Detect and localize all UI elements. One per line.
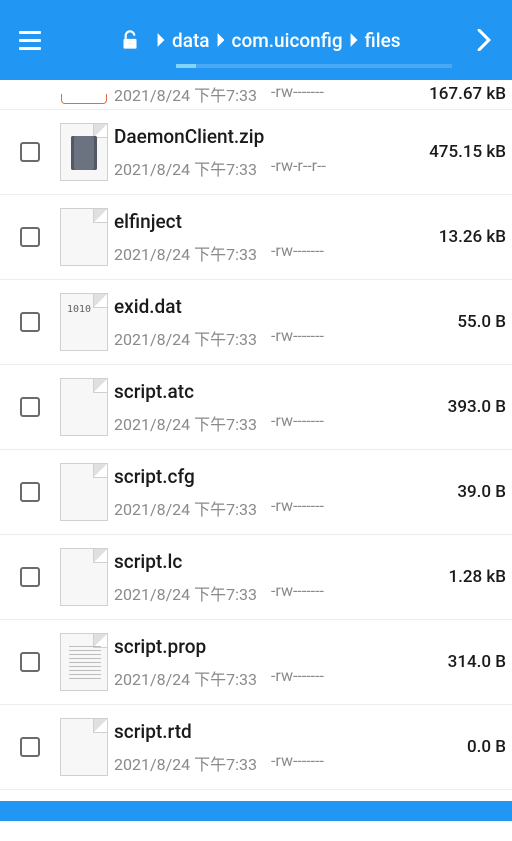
bottom-bar bbox=[0, 801, 512, 821]
list-item[interactable]: script.rtd 2021/8/24 下午7:33 -rw------- 0… bbox=[0, 705, 512, 790]
file-size: 393.0 B bbox=[406, 397, 506, 417]
file-size: 39.0 B bbox=[406, 482, 506, 502]
list-item[interactable]: DaemonClient.zip 2021/8/24 下午7:33 -rw-r-… bbox=[0, 110, 512, 195]
file-date: 2021/8/24 下午7:33 bbox=[114, 82, 257, 106]
file-perm: -rw------- bbox=[271, 751, 324, 775]
file-date: 2021/8/24 下午7:33 bbox=[114, 156, 257, 180]
file-name: exid.dat bbox=[114, 295, 406, 318]
file-name: script.rtd bbox=[114, 720, 406, 743]
zip-file-icon bbox=[54, 120, 114, 184]
checkbox[interactable] bbox=[6, 565, 54, 589]
file-name: DaemonClient.zip bbox=[114, 125, 406, 148]
checkbox[interactable] bbox=[6, 140, 54, 164]
list-item[interactable]: exid.dat 2021/8/24 下午7:33 -rw------- 55.… bbox=[0, 280, 512, 365]
file-date: 2021/8/24 下午7:33 bbox=[114, 496, 257, 520]
list-item[interactable]: script.atc 2021/8/24 下午7:33 -rw------- 3… bbox=[0, 365, 512, 450]
list-item[interactable]: 2021/8/24 下午7:33 -rw------- 167.67 kB bbox=[0, 80, 512, 110]
file-perm: -rw------- bbox=[271, 496, 324, 520]
breadcrumb-seg-2[interactable]: files bbox=[363, 29, 403, 52]
chevron-right-icon bbox=[345, 32, 363, 48]
menu-icon[interactable] bbox=[10, 20, 50, 60]
file-size: 314.0 B bbox=[406, 652, 506, 672]
file-size: 1.28 kB bbox=[406, 567, 506, 587]
file-date: 2021/8/24 下午7:33 bbox=[114, 241, 257, 265]
file-icon bbox=[54, 715, 114, 779]
file-name: script.cfg bbox=[114, 465, 406, 488]
file-size: 13.26 kB bbox=[406, 227, 506, 247]
checkbox[interactable] bbox=[6, 310, 54, 334]
checkbox[interactable] bbox=[6, 225, 54, 249]
file-icon bbox=[54, 460, 114, 524]
file-icon bbox=[54, 205, 114, 269]
chevron-right-icon bbox=[152, 32, 170, 48]
file-perm: -rw------- bbox=[271, 666, 324, 690]
file-perm: -rw-r--r-- bbox=[271, 156, 326, 180]
unlock-icon[interactable] bbox=[112, 22, 148, 58]
file-date: 2021/8/24 下午7:33 bbox=[114, 666, 257, 690]
progress-bar bbox=[176, 64, 452, 68]
file-perm: -rw------- bbox=[271, 82, 324, 106]
file-date: 2021/8/24 下午7:33 bbox=[114, 411, 257, 435]
file-date: 2021/8/24 下午7:33 bbox=[114, 751, 257, 775]
binary-file-icon bbox=[54, 290, 114, 354]
list-item[interactable]: elfinject 2021/8/24 下午7:33 -rw------- 13… bbox=[0, 195, 512, 280]
file-perm: -rw------- bbox=[271, 411, 324, 435]
checkbox[interactable] bbox=[6, 395, 54, 419]
breadcrumb-seg-0[interactable]: data bbox=[170, 29, 212, 52]
file-name: script.lc bbox=[114, 550, 406, 573]
checkbox[interactable] bbox=[6, 735, 54, 759]
list-item[interactable]: script.lc 2021/8/24 下午7:33 -rw------- 1.… bbox=[0, 535, 512, 620]
file-size: 55.0 B bbox=[406, 312, 506, 332]
list-item[interactable]: script.prop 2021/8/24 下午7:33 -rw------- … bbox=[0, 620, 512, 705]
file-icon bbox=[54, 375, 114, 439]
file-list: 2021/8/24 下午7:33 -rw------- 167.67 kB Da… bbox=[0, 80, 512, 821]
file-perm: -rw------- bbox=[271, 241, 324, 265]
file-name: script.prop bbox=[114, 635, 406, 658]
file-date: 2021/8/24 下午7:33 bbox=[114, 326, 257, 350]
file-size: 475.15 kB bbox=[406, 142, 506, 162]
breadcrumb: data com.uiconfig files bbox=[152, 29, 403, 52]
text-file-icon bbox=[54, 630, 114, 694]
checkbox[interactable] bbox=[6, 650, 54, 674]
file-perm: -rw------- bbox=[271, 581, 324, 605]
file-perm: -rw------- bbox=[271, 326, 324, 350]
file-icon bbox=[54, 545, 114, 609]
file-date: 2021/8/24 下午7:33 bbox=[114, 581, 257, 605]
file-name: script.atc bbox=[114, 380, 406, 403]
file-name: elfinject bbox=[114, 210, 406, 233]
list-item[interactable]: script.cfg 2021/8/24 下午7:33 -rw------- 3… bbox=[0, 450, 512, 535]
file-size: 0.0 B bbox=[406, 737, 506, 757]
app-bar: data com.uiconfig files bbox=[0, 0, 512, 80]
chevron-right-icon bbox=[212, 32, 230, 48]
next-icon[interactable] bbox=[466, 22, 502, 58]
file-size: 167.67 kB bbox=[406, 84, 506, 104]
file-icon bbox=[54, 84, 114, 104]
checkbox[interactable] bbox=[6, 480, 54, 504]
breadcrumb-seg-1[interactable]: com.uiconfig bbox=[230, 29, 345, 52]
